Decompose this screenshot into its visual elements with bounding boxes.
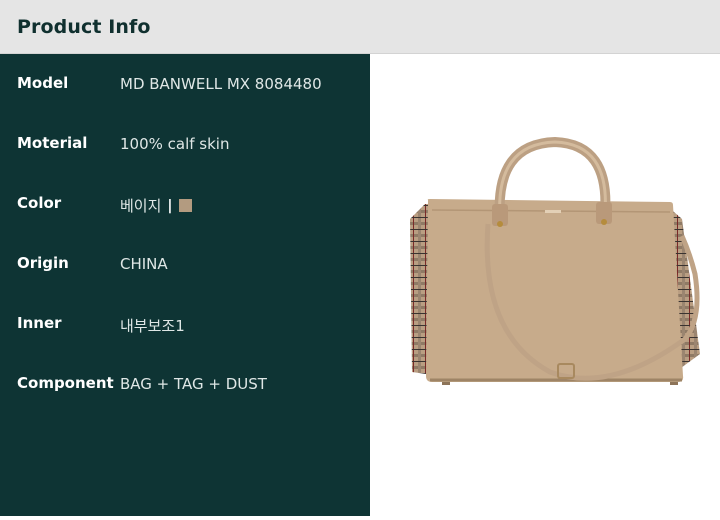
page-title: Product Info xyxy=(17,16,151,38)
color-separator: | xyxy=(167,197,173,214)
spec-label-color: Color xyxy=(17,194,62,212)
spec-value-inner: 내부보조1 xyxy=(120,317,185,335)
spec-label-component: Component xyxy=(17,374,114,392)
color-swatch xyxy=(178,199,192,212)
spec-row-origin: Origin CHINA xyxy=(0,254,370,284)
spec-row-material: Moterial 100% calf skin xyxy=(0,134,370,164)
spec-row-component: Component BAG + TAG + DUST xyxy=(0,374,370,404)
spec-value-material: 100% calf skin xyxy=(120,135,230,153)
spec-label-inner: Inner xyxy=(17,314,62,332)
spec-label-origin: Origin xyxy=(17,254,69,272)
header-bar: Product Info xyxy=(0,0,720,54)
product-image-area xyxy=(370,54,720,516)
spec-value-origin: CHINA xyxy=(120,255,168,273)
spec-row-model: Model MD BANWELL MX 8084480 xyxy=(0,74,370,104)
spec-value-color-group: 베이지 | xyxy=(120,195,192,216)
spec-value-component: BAG + TAG + DUST xyxy=(120,375,267,393)
spec-label-material: Moterial xyxy=(17,134,88,152)
beige-leather-tote-bag-icon xyxy=(410,136,700,385)
spec-row-color: Color 베이지 | xyxy=(0,194,370,224)
spec-label-model: Model xyxy=(17,74,69,92)
spec-value-model: MD BANWELL MX 8084480 xyxy=(120,75,322,93)
spec-value-color: 베이지 xyxy=(120,197,162,215)
spec-panel: Model MD BANWELL MX 8084480 Moterial 100… xyxy=(0,54,370,516)
spec-row-inner: Inner 내부보조1 xyxy=(0,314,370,344)
